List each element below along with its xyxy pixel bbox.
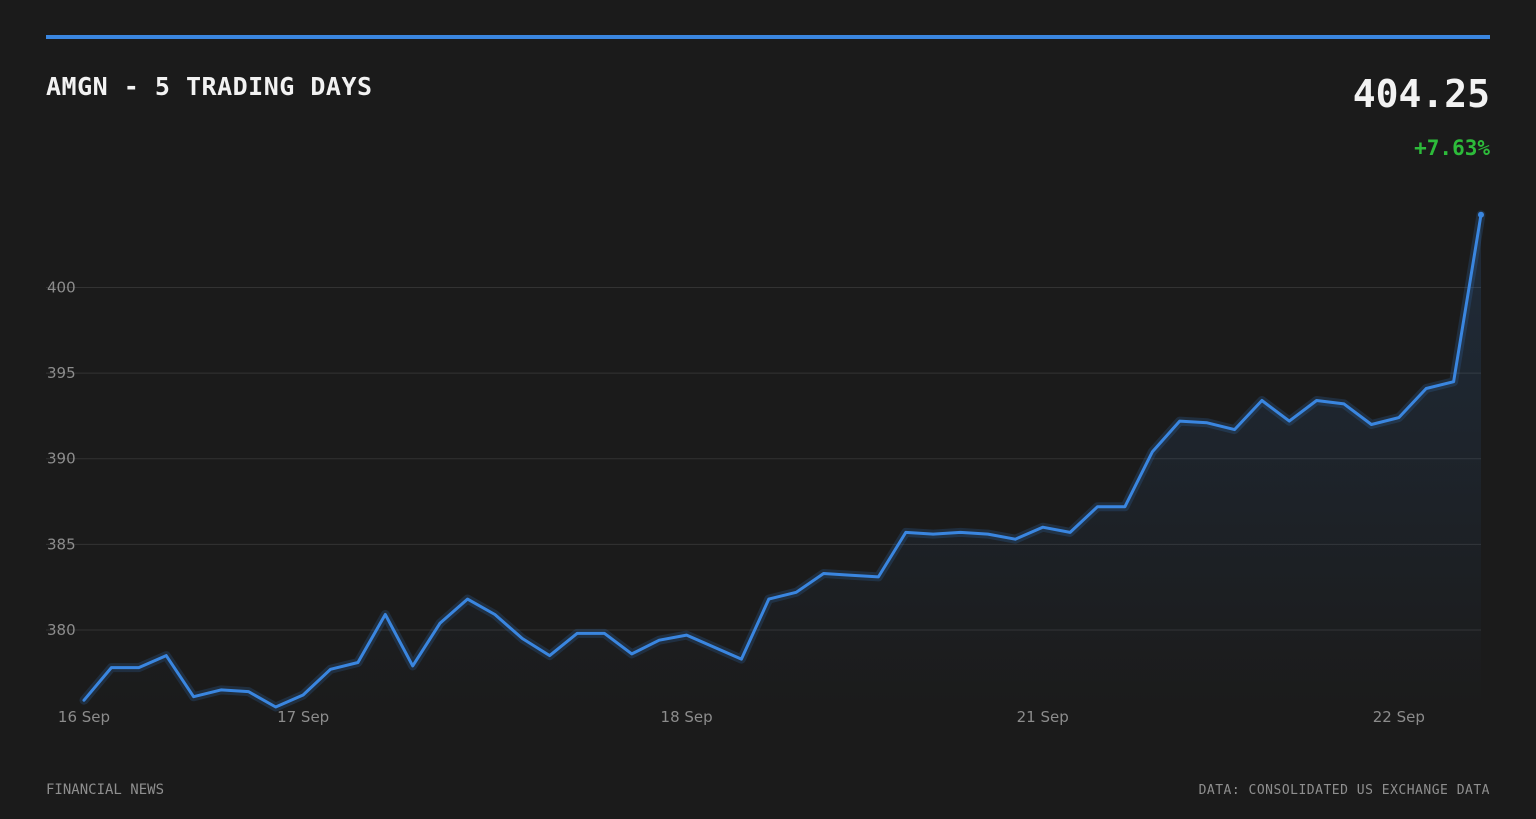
- series-layer: [79, 210, 1486, 712]
- data-point-1: [110, 666, 113, 669]
- footer-source-left: FINANCIAL NEWS: [46, 782, 165, 798]
- x-tick-label: 22 Sep: [1373, 708, 1425, 726]
- data-point-47: [1370, 423, 1373, 426]
- data-point-13: [439, 622, 442, 625]
- data-point-11: [384, 613, 387, 616]
- data-point-39: [1151, 450, 1154, 453]
- data-point-23: [713, 646, 716, 649]
- y-axis-labels: 380 385 390 395 400: [47, 279, 76, 639]
- data-point-2: [137, 666, 140, 669]
- data-point-30: [904, 531, 907, 534]
- data-point-20: [630, 652, 633, 655]
- x-tick-label: 17 Sep: [277, 708, 329, 726]
- data-point-7: [274, 706, 277, 709]
- x-tick-label: 16 Sep: [58, 708, 110, 726]
- data-point-14: [466, 598, 469, 601]
- data-point-34: [1014, 538, 1017, 541]
- data-point-12: [411, 664, 414, 667]
- data-point-16: [521, 637, 524, 640]
- data-point-26: [795, 591, 798, 594]
- data-point-44: [1288, 420, 1291, 423]
- data-point-42: [1233, 428, 1236, 431]
- data-point-32: [959, 531, 962, 534]
- data-point-5: [220, 688, 223, 691]
- data-point-43: [1260, 399, 1263, 402]
- data-point-27: [822, 572, 825, 575]
- data-point-48: [1397, 416, 1400, 419]
- y-tick-label-385: 385: [47, 535, 76, 553]
- data-point-38: [1123, 505, 1126, 508]
- data-point-17: [548, 654, 551, 657]
- data-point-9: [329, 668, 332, 671]
- data-point-50: [1452, 380, 1455, 383]
- data-point-45: [1315, 399, 1318, 402]
- data-point-24: [740, 658, 743, 661]
- data-point-49: [1425, 387, 1428, 390]
- x-axis-labels: 16 Sep 17 Sep 18 Sep 21 Sep 22 Sep: [58, 708, 1425, 726]
- data-point-46: [1343, 402, 1346, 405]
- data-point-33: [986, 533, 989, 536]
- y-tick-label-380: 380: [47, 621, 76, 639]
- data-point-40: [1178, 420, 1181, 423]
- data-point-10: [356, 661, 359, 664]
- y-tick-label-395: 395: [47, 364, 76, 382]
- data-point-35: [1041, 526, 1044, 529]
- data-point-29: [877, 575, 880, 578]
- x-tick-label: 21 Sep: [1017, 708, 1069, 726]
- y-tick-label-400: 400: [47, 279, 76, 297]
- data-point-8: [302, 694, 305, 697]
- data-point-37: [1096, 505, 1099, 508]
- data-point-25: [767, 598, 770, 601]
- data-point-4: [192, 695, 195, 698]
- last-point-marker: [1478, 211, 1484, 218]
- y-tick-label-390: 390: [47, 450, 76, 468]
- data-point-41: [1206, 421, 1209, 424]
- data-point-28: [850, 574, 853, 577]
- data-point-18: [576, 632, 579, 635]
- data-point-0: [83, 699, 86, 702]
- data-point-6: [247, 690, 250, 693]
- data-point-36: [1069, 531, 1072, 534]
- data-point-31: [932, 533, 935, 536]
- data-point-22: [685, 634, 688, 637]
- price-chart: 380 385 390 395 400 16 Sep 17 Sep 18 Sep 21 Sep…: [46, 210, 1486, 726]
- x-tick-label: 18 Sep: [661, 708, 713, 726]
- data-point-3: [165, 654, 168, 657]
- data-point-19: [603, 632, 606, 635]
- data-point-21: [658, 639, 661, 642]
- footer-source-right: DATA: CONSOLIDATED US EXCHANGE DATA: [1198, 783, 1490, 798]
- data-point-15: [493, 613, 496, 616]
- series-area: [84, 214, 1481, 708]
